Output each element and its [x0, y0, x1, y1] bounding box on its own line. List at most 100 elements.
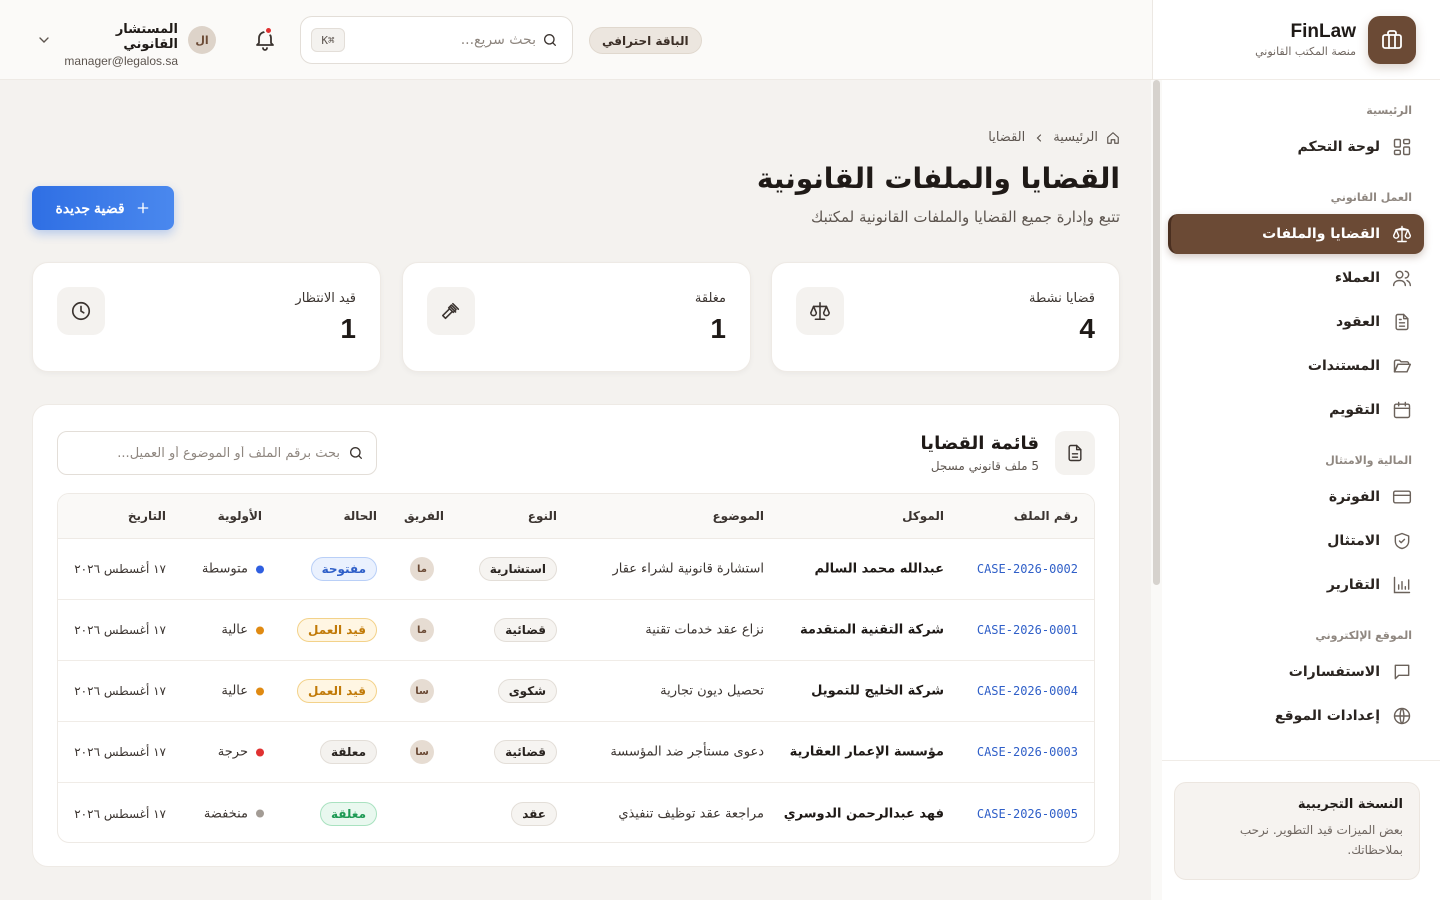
sidebar-item-clients[interactable]: العملاء: [1168, 258, 1424, 298]
nav-section-title: المالية والامتثال: [1325, 454, 1412, 467]
team-avatar[interactable]: ما: [410, 618, 434, 642]
stat-label: قضايا نشطة: [1028, 291, 1095, 306]
scrollbar-thumb[interactable]: [1153, 80, 1160, 585]
sidebar: FinLaw منصة المكتب القانوني الرئيسية لوح…: [1152, 0, 1440, 900]
scale-icon: [796, 287, 844, 335]
table-row[interactable]: CASE-2026-0002 عبدالله محمد السالم استشارة…: [58, 539, 1094, 600]
breadcrumb-current: القضايا: [988, 130, 1026, 145]
team-avatar[interactable]: ما: [410, 557, 434, 581]
priority-dot: [256, 626, 264, 634]
quick-search-input[interactable]: [351, 32, 536, 48]
sidebar-item-documents[interactable]: المستندات: [1168, 346, 1424, 386]
stat-value: 1: [710, 313, 726, 344]
chevron-down-icon[interactable]: [36, 32, 52, 48]
case-date: ١٧ أغسطس ٢٠٢٦: [74, 562, 166, 576]
notification-dot: [264, 26, 273, 35]
plus-icon: [135, 200, 151, 216]
case-date: ١٧ أغسطس ٢٠٢٦: [74, 745, 166, 759]
chevron-left-icon: [1033, 132, 1045, 144]
priority-indicator: متوسطة: [202, 562, 264, 577]
brand[interactable]: FinLaw منصة المكتب القانوني: [1153, 0, 1440, 80]
trial-text: بعض الميزات قيد التطوير. نرحب بملاحظاتك.: [1239, 823, 1403, 857]
quick-search[interactable]: ⌘K: [300, 16, 573, 64]
sidebar-item-label: التقويم: [1329, 402, 1380, 418]
team-avatar[interactable]: سا: [410, 740, 434, 764]
dashboard-icon: [1392, 137, 1412, 157]
case-client: شركة التقنية المتقدمة: [799, 622, 944, 638]
credit-card-icon: [1392, 487, 1412, 507]
priority-label: عالية: [221, 683, 248, 699]
column-header[interactable]: الأولوية: [218, 509, 262, 523]
priority-label: متوسطة: [201, 561, 248, 577]
team-avatar[interactable]: سا: [410, 679, 434, 703]
plan-badge: الباقة احترافي: [589, 27, 702, 54]
search-icon: [348, 445, 364, 461]
status-badge: قيد العمل: [296, 618, 377, 642]
table-search-input[interactable]: [74, 445, 340, 461]
table-row[interactable]: CASE-2026-0005 فهد عبدالرحمن الدوسري مراجع…: [58, 783, 1094, 842]
priority-dot: [256, 687, 264, 695]
sidebar-item-compliance[interactable]: الامتثال: [1168, 521, 1424, 561]
cases-table: رقم الملف الموكل الموضوع النوع الفريق ال…: [57, 493, 1095, 843]
folder-open-icon: [1392, 356, 1412, 376]
message-icon: [1392, 662, 1412, 682]
sidebar-item-reports[interactable]: التقارير: [1168, 565, 1424, 605]
notifications-button[interactable]: [249, 26, 277, 55]
bar-chart-icon: [1392, 575, 1412, 595]
column-header[interactable]: رقم الملف: [1014, 509, 1078, 523]
case-date: ١٧ أغسطس ٢٠٢٦: [74, 806, 166, 821]
column-header[interactable]: الحالة: [343, 509, 377, 523]
case-subject: نزاع عقد خدمات تقنية: [645, 622, 764, 638]
table-row[interactable]: CASE-2026-0001 شركة التقنية المتقدمة نزاع …: [58, 600, 1094, 661]
table-title: قائمة القضايا: [920, 433, 1039, 454]
case-file-link[interactable]: CASE-2026-0001: [977, 623, 1078, 637]
gavel-icon: [427, 287, 475, 335]
shield-icon: [1392, 531, 1412, 551]
sidebar-divider: [1152, 760, 1440, 761]
column-header[interactable]: الفريق: [404, 509, 444, 523]
sidebar-item-label: الفوترة: [1328, 489, 1380, 505]
column-header[interactable]: الموضوع: [712, 509, 764, 523]
case-subject: مراجعة عقد توظيف تنفيذي: [618, 806, 764, 821]
sidebar-item-contracts[interactable]: العقود: [1168, 302, 1424, 342]
nav-section-title: الموقع الإلكتروني: [1315, 629, 1412, 642]
sidebar-item-label: التقارير: [1326, 577, 1380, 593]
document-icon: [1055, 431, 1095, 475]
sidebar-item-dashboard[interactable]: لوحة التحكم: [1168, 127, 1424, 167]
case-file-link[interactable]: CASE-2026-0005: [977, 807, 1078, 821]
column-header[interactable]: الموكل: [902, 509, 944, 523]
new-case-label: قضية جديدة: [55, 199, 125, 216]
user-menu[interactable]: المستشار القانوني manager@legalos.sa: [64, 22, 178, 68]
calendar-icon: [1392, 400, 1412, 420]
avatar[interactable]: ال: [188, 26, 216, 54]
column-header[interactable]: النوع: [528, 509, 557, 523]
stat-value: 4: [1079, 313, 1095, 344]
priority-indicator: عالية: [221, 623, 264, 638]
case-subject: تحصيل ديون تجارية: [660, 683, 764, 699]
trial-card: النسخة التجريبية بعض الميزات قيد التطوير…: [1174, 782, 1420, 880]
sidebar-item-calendar[interactable]: التقويم: [1168, 390, 1424, 430]
table-row[interactable]: CASE-2026-0004 شركة الخليج للتمويل تحصيل د…: [58, 661, 1094, 722]
table-row[interactable]: CASE-2026-0003 مؤسسة الإعمار العقارية دعوى…: [58, 722, 1094, 783]
brand-subtitle: منصة المكتب القانوني: [1255, 45, 1356, 58]
user-email: manager@legalos.sa: [64, 54, 178, 68]
breadcrumb-home[interactable]: الرئيسية: [1053, 130, 1098, 145]
sidebar-item-cases[interactable]: القضايا والملفات: [1168, 214, 1424, 254]
priority-indicator: منخفضة: [204, 806, 264, 821]
status-badge: معلقة: [319, 740, 377, 764]
column-header[interactable]: التاريخ: [128, 509, 166, 523]
sidebar-item-billing[interactable]: الفوترة: [1168, 477, 1424, 517]
sidebar-item-site-settings[interactable]: إعدادات الموقع: [1168, 696, 1424, 736]
case-file-link[interactable]: CASE-2026-0003: [977, 745, 1078, 759]
stat-card-pending: قيد الانتظار 1: [32, 262, 381, 372]
stat-label: قيد الانتظار: [295, 291, 356, 306]
case-file-link[interactable]: CASE-2026-0002: [977, 562, 1078, 576]
sidebar-item-inquiries[interactable]: الاستفسارات: [1168, 652, 1424, 692]
main-content: الرئيسية القضايا القضايا والملفات القانو…: [0, 80, 1152, 900]
new-case-button[interactable]: قضية جديدة: [32, 186, 174, 230]
status-badge: مغلقة: [319, 801, 377, 826]
case-file-link[interactable]: CASE-2026-0004: [977, 684, 1078, 698]
table-search[interactable]: [57, 431, 377, 475]
page-title: القضايا والملفات القانونية: [756, 162, 1120, 195]
priority-indicator: حرجة: [218, 745, 264, 760]
